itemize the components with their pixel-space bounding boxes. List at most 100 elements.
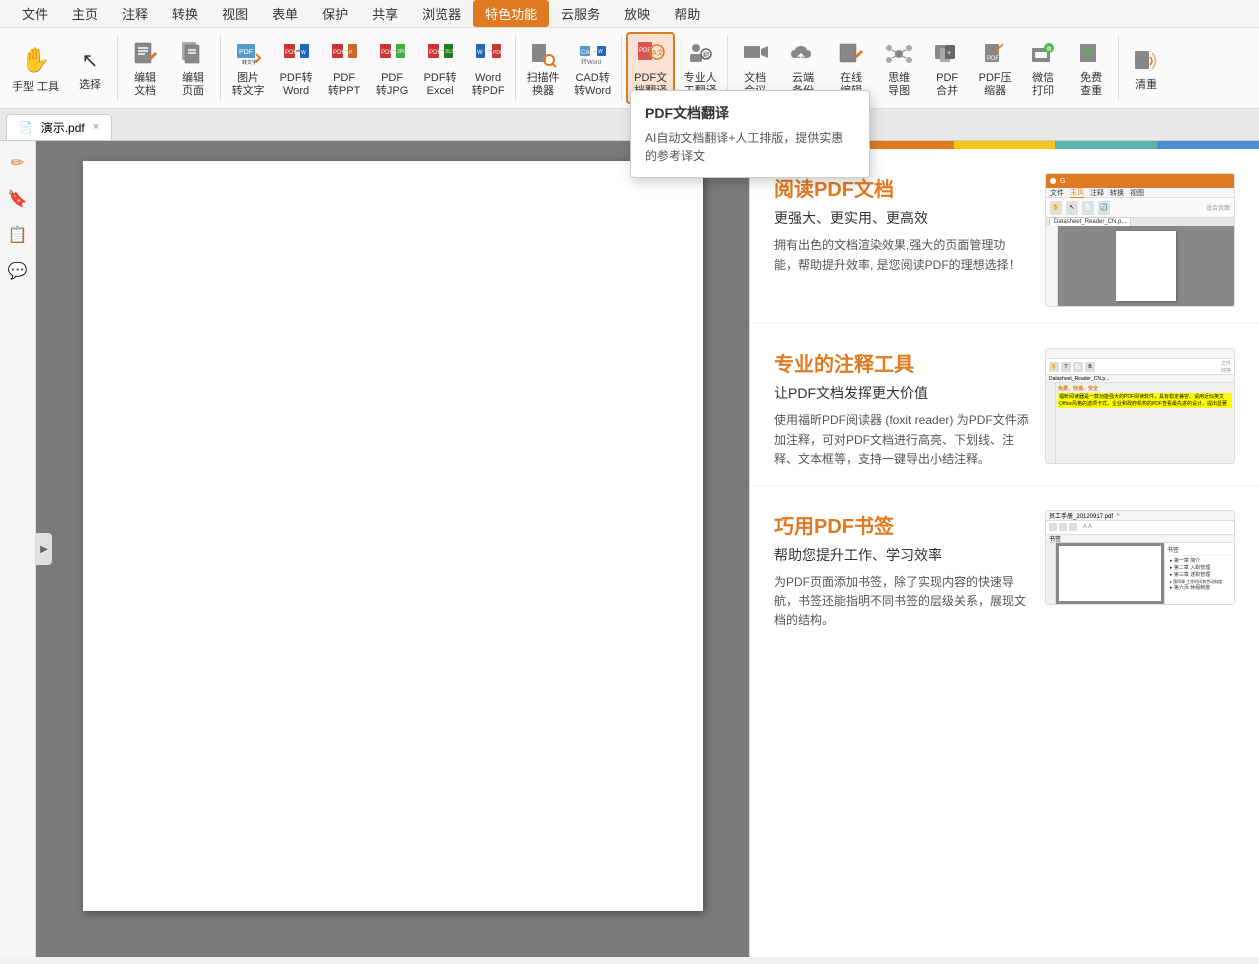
cad-label: CAD转转Word: [574, 72, 611, 98]
pdf-compress-icon: PDF: [979, 38, 1011, 70]
menu-form[interactable]: 表单: [260, 0, 310, 27]
sidebar-pages-icon[interactable]: 📋: [4, 221, 32, 249]
edit-page-button[interactable]: 编辑页面: [170, 32, 216, 104]
menu-features[interactable]: 特色功能: [473, 0, 549, 27]
right-panel: 阅读PDF文档 更强大、更实用、更高效 拥有出色的文档渲染效果,强大的页面管理功…: [749, 141, 1259, 957]
tab-icon: 📄: [19, 121, 33, 134]
cad-to-word-button[interactable]: CAD→W转Word CAD转转Word: [568, 32, 617, 104]
sidebar-comment-icon[interactable]: 💬: [4, 257, 32, 285]
annot-toolbar: ✋ T 📄 B 文件转换: [1046, 359, 1234, 375]
edit-doc-icon: [129, 38, 161, 70]
menu-convert[interactable]: 转换: [160, 0, 210, 27]
free-check-icon: [1075, 38, 1107, 70]
annot-body: 免费、快速、安全 福昕阅读器是一款功能强大的PDF阅读软件，具有稳定兼容、请用近…: [1046, 383, 1234, 463]
svg-text:PDF: PDF: [987, 56, 999, 62]
wechat-print-button[interactable]: 微 微信打印: [1020, 32, 1066, 104]
edit-doc-label: 编辑文档: [134, 72, 156, 98]
bm-panel: 书签 ▸ 第一章 简介 ▸ 第二章 入职管理 ▸ 第三章 述职管理 ▸ 第四章 …: [1164, 543, 1234, 604]
pdf-view-area[interactable]: [36, 141, 749, 957]
svg-text:XLS: XLS: [445, 49, 454, 55]
menu-present[interactable]: 放映: [612, 0, 662, 27]
annotation-text: 专业的注释工具 让PDF文档发挥更大价值 使用福昕PDF阅读器 (foxit r…: [774, 348, 1029, 469]
menu-share[interactable]: 共享: [360, 0, 410, 27]
menu-help[interactable]: 帮助: [662, 0, 712, 27]
pic-to-text-button[interactable]: PDF转文字 图片转文字: [225, 32, 271, 104]
pdf-to-excel-label: PDF转Excel: [424, 72, 457, 98]
pdf-to-jpg-button[interactable]: PDF→JPG PDF转JPG: [369, 32, 415, 104]
sidebar-collapse-arrow[interactable]: ▶: [36, 533, 52, 565]
annotation-subtitle: 让PDF文档发挥更大价值: [774, 383, 1029, 403]
tab-filename: 演示.pdf: [41, 119, 85, 136]
menu-protect[interactable]: 保护: [310, 0, 360, 27]
separator-4: [621, 36, 622, 100]
pic-to-text-icon: PDF转文字: [232, 38, 264, 70]
pdf-tab[interactable]: 📄 演示.pdf ×: [6, 114, 112, 140]
wechat-print-icon: 微: [1027, 38, 1059, 70]
scan-replace-button[interactable]: 扫描件换器: [520, 32, 566, 104]
bm-tool-2: [1059, 523, 1067, 531]
bm-close-btn: ×: [1116, 512, 1120, 519]
annot-tool-3: 📄: [1073, 362, 1083, 372]
edit-doc-button[interactable]: 编辑文档: [122, 32, 168, 104]
pdf-to-word-button[interactable]: PDF→W PDF转Word: [273, 32, 319, 104]
svg-text:W: W: [301, 50, 306, 56]
word-to-pdf-button[interactable]: W→PDF Word转PDF: [465, 32, 511, 104]
pdf-merge-icon: +: [931, 38, 963, 70]
mt-icon-2: ↖: [1066, 201, 1078, 215]
pdf-to-excel-button[interactable]: PDF→XLS PDF转Excel: [417, 32, 463, 104]
annot-highlight-text: 福昕阅读器是一款功能强大的PDF阅读软件，具有稳定兼容、请用近似英文Office…: [1058, 393, 1232, 408]
menu-browser[interactable]: 浏览器: [410, 0, 473, 27]
cad-icon: CAD→W转Word: [577, 38, 609, 70]
mini-content-1: [1046, 226, 1234, 306]
bm-tab-row: 书签: [1046, 535, 1234, 543]
bm-left-sidebar: [1046, 543, 1056, 604]
menu-view[interactable]: 视图: [210, 0, 260, 27]
pdf-to-ppt-button[interactable]: PDF→P PDF转PPT: [321, 32, 367, 104]
mind-map-label: 思维导图: [888, 72, 910, 98]
mini-page-1: [1116, 231, 1176, 301]
hand-tool-button[interactable]: ✋ 手型 工具: [6, 32, 65, 104]
tab-close-button[interactable]: ×: [93, 121, 99, 133]
pdf-to-ppt-icon: PDF→P: [328, 38, 360, 70]
bm-tool-3: [1069, 523, 1077, 531]
tooltip-desc: AI自动文档翻译+人工排版，提供实惠的参考译文: [645, 129, 855, 165]
pdf-page: [83, 161, 703, 911]
doc-meeting-icon: [739, 38, 771, 70]
bm-tree-item-5: ▸ 第六页 休假制度: [1167, 585, 1232, 592]
bm-tab-label: 书签: [1049, 534, 1061, 543]
hand-icon: ✋: [18, 43, 54, 79]
scan-replace-label: 扫描件换器: [527, 72, 560, 98]
annot-topbar: [1046, 349, 1234, 359]
pdf-compress-button[interactable]: PDF PDF压缩器: [972, 32, 1018, 104]
mini-pdf-1: [1058, 226, 1234, 306]
annot-main: 免费、快速、安全 福昕阅读器是一款功能强大的PDF阅读软件，具有稳定兼容、请用近…: [1056, 383, 1234, 463]
bookmark-title: 巧用PDF书签: [774, 510, 1029, 539]
separator-1: [117, 36, 118, 100]
bm-panel-title: 书签: [1167, 545, 1232, 556]
mini-menu-1: 文件 主页 注释 转换 视图: [1046, 188, 1234, 198]
free-check-button[interactable]: 免费查重: [1068, 32, 1114, 104]
pdf-merge-label: PDF合并: [936, 72, 958, 98]
free-check-label: 免费查重: [1080, 72, 1102, 98]
annot-tool-4: B: [1085, 362, 1095, 372]
mini-menu-conv: 转换: [1110, 188, 1124, 198]
menu-home[interactable]: 主页: [60, 0, 110, 27]
sidebar-bookmark-icon[interactable]: 🔖: [4, 185, 32, 213]
mini-menu-view: 视图: [1130, 188, 1144, 198]
bm-topbar: 员工手册_20120917.pdf ×: [1046, 511, 1234, 521]
bm-tree-item-1: ▸ 第一章 简介: [1167, 558, 1232, 565]
menu-file[interactable]: 文件: [10, 0, 60, 27]
scan-restore-button[interactable]: 清重: [1123, 32, 1169, 104]
pdf-merge-button[interactable]: + PDF合并: [924, 32, 970, 104]
bm-tree-item-3: ▸ 第三章 述职管理: [1167, 572, 1232, 579]
select-tool-button[interactable]: ↖ 选择: [67, 32, 113, 104]
sidebar-edit-icon[interactable]: ✏: [4, 149, 32, 177]
mini-tab-bar-1: Datasheet_Reader_CN.p...: [1046, 218, 1234, 226]
svg-text:转Word: 转Word: [581, 58, 601, 66]
menu-annotate[interactable]: 注释: [110, 0, 160, 27]
select-label: 选择: [79, 79, 101, 92]
menu-bar: 文件 主页 注释 转换 视图 表单 保护 共享 浏览器 特色功能 云服务 放映 …: [0, 0, 1259, 28]
mini-app-name: G: [1060, 178, 1065, 185]
mind-map-button[interactable]: 思维导图: [876, 32, 922, 104]
menu-cloud[interactable]: 云服务: [549, 0, 612, 27]
